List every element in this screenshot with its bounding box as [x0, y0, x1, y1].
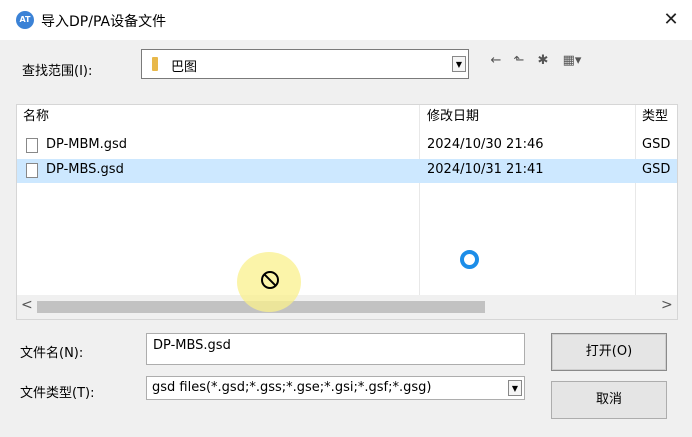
filetype-value: gsd files(*.gsd;*.gss;*.gse;*.gsi;*.gsf;… [152, 380, 432, 395]
view-menu-icon[interactable]: ▦▾ [557, 52, 587, 70]
loading-spinner-icon [460, 250, 479, 269]
cancel-button[interactable]: 取消 [551, 381, 667, 419]
new-folder-icon[interactable]: ✱ [533, 52, 553, 70]
file-name: DP-MBM.gsd [46, 137, 128, 152]
filetype-select[interactable]: gsd files(*.gsd;*.gss;*.gse;*.gsi;*.gsf;… [146, 376, 525, 400]
look-in-dropdown[interactable]: 巴图 ▼ [141, 49, 469, 79]
folder-icon [152, 57, 158, 71]
close-button[interactable]: ✕ [656, 6, 686, 34]
file-name: DP-MBS.gsd [46, 162, 124, 177]
scroll-left-icon[interactable]: < [21, 297, 33, 313]
file-icon [26, 138, 38, 153]
up-folder-icon[interactable]: ⬑ [509, 52, 529, 70]
file-type: GSD [642, 137, 671, 152]
look-in-value: 巴图 [171, 60, 198, 75]
app-icon: AT [16, 11, 34, 29]
sort-caret-icon: ^ [213, 105, 221, 109]
column-header-modified[interactable]: 修改日期 [427, 105, 479, 129]
title-bar: AT 导入DP/PA设备文件 ✕ [0, 0, 692, 40]
dialog-title: 导入DP/PA设备文件 [41, 14, 167, 30]
file-row-selected[interactable]: DP-MBS.gsd 2024/10/31 21:41 GSD [17, 159, 677, 183]
file-modified: 2024/10/30 21:46 [427, 137, 544, 152]
filename-label: 文件名(N): [20, 346, 84, 361]
file-icon [26, 163, 38, 178]
back-icon[interactable]: ← [486, 52, 506, 70]
chevron-down-icon[interactable]: ▼ [452, 56, 466, 72]
filetype-label: 文件类型(T): [20, 386, 95, 401]
column-header-name[interactable]: 名称 [23, 105, 49, 129]
scroll-right-icon[interactable]: > [661, 297, 673, 313]
open-button[interactable]: 打开(O) [551, 333, 667, 371]
column-header-type[interactable]: 类型 [642, 105, 668, 129]
horizontal-scrollbar[interactable]: < > [17, 295, 677, 319]
file-list[interactable]: ^ 名称 修改日期 类型 DP-MBM.gsd 2024/10/30 21:46… [16, 104, 678, 320]
look-in-label: 查找范围(I): [22, 64, 93, 79]
filename-input[interactable]: DP-MBS.gsd [146, 333, 525, 365]
file-row[interactable]: DP-MBM.gsd 2024/10/30 21:46 GSD [17, 134, 677, 158]
chevron-down-icon[interactable]: ▼ [508, 380, 522, 396]
file-modified: 2024/10/31 21:41 [427, 162, 544, 177]
not-allowed-cursor-icon [261, 271, 279, 289]
file-type: GSD [642, 162, 671, 177]
